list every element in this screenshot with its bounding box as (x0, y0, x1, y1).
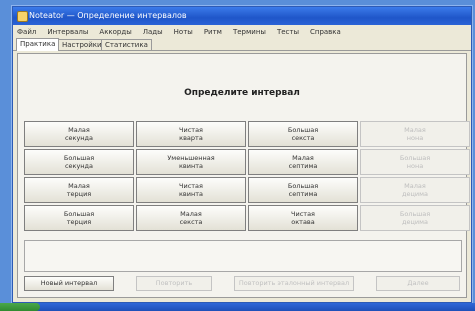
menu-chords[interactable]: Аккорды (99, 28, 131, 36)
interval-button[interactable]: Малая секста (136, 205, 246, 231)
play-reference-button[interactable]: Повторить эталонный интервал (234, 276, 354, 291)
tab-strip: Практика Настройки Статистика (13, 38, 471, 51)
interval-button[interactable]: Большая секста (248, 121, 358, 147)
interval-button[interactable]: Малая нона (360, 121, 470, 147)
next-button[interactable]: Далее (376, 276, 460, 291)
feedback-area (24, 240, 462, 272)
practice-panel: Определите интервал Малая секунда Чистая… (17, 53, 470, 298)
menu-bar: Файл Интервалы Аккорды Лады Ноты Ритм Те… (13, 25, 471, 38)
app-icon (17, 11, 28, 22)
interval-button[interactable]: Малая секунда (24, 121, 134, 147)
window-title: Noteator — Определение интервалов (29, 11, 187, 20)
interval-button[interactable]: Большая терция (24, 205, 134, 231)
new-interval-button[interactable]: Новый интервал (24, 276, 114, 291)
menu-terms[interactable]: Термины (233, 28, 266, 36)
interval-button[interactable]: Малая терция (24, 177, 134, 203)
interval-button[interactable]: Чистая кварта (136, 121, 246, 147)
prompt-heading: Определите интервал (184, 88, 300, 98)
repeat-button[interactable]: Повторить (136, 276, 212, 291)
menu-tests[interactable]: Тесты (277, 28, 299, 36)
tab-statistics[interactable]: Статистика (101, 39, 152, 50)
menu-file[interactable]: Файл (17, 28, 36, 36)
interval-button[interactable]: Уменьшенная квинта (136, 149, 246, 175)
taskbar (0, 303, 475, 311)
interval-button[interactable]: Чистая октава (248, 205, 358, 231)
start-button[interactable] (0, 303, 40, 311)
tab-practice[interactable]: Практика (16, 38, 60, 51)
interval-button[interactable]: Большая нона (360, 149, 470, 175)
menu-notes[interactable]: Ноты (174, 28, 193, 36)
interval-button[interactable]: Малая децима (360, 177, 470, 203)
interval-button[interactable]: Большая децима (360, 205, 470, 231)
menu-modes[interactable]: Лады (143, 28, 163, 36)
menu-rhythm[interactable]: Ритм (204, 28, 222, 36)
interval-button[interactable]: Малая септима (248, 149, 358, 175)
menu-intervals[interactable]: Интервалы (47, 28, 88, 36)
tab-settings[interactable]: Настройки (58, 39, 106, 50)
interval-button[interactable]: Большая септима (248, 177, 358, 203)
menu-help[interactable]: Справка (310, 28, 341, 36)
title-bar: Noteator — Определение интервалов (13, 7, 471, 25)
app-window: Noteator — Определение интервалов Файл И… (12, 6, 472, 303)
interval-button[interactable]: Чистая квинта (136, 177, 246, 203)
interval-button[interactable]: Большая секунда (24, 149, 134, 175)
